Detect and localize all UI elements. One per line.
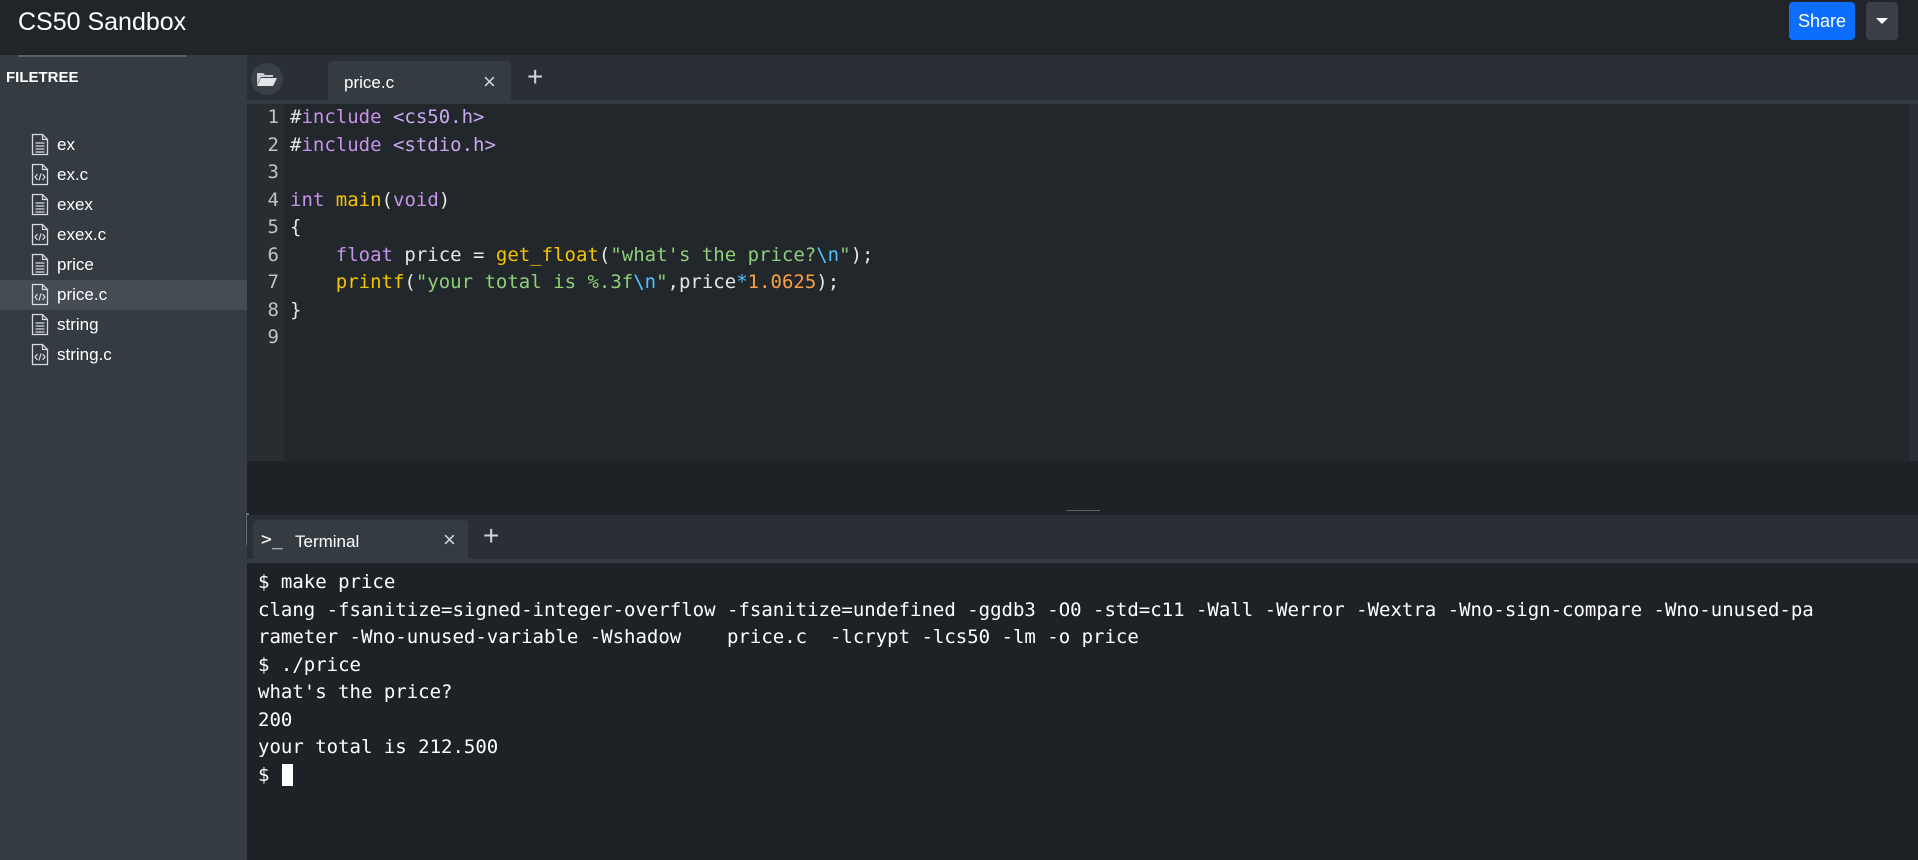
file-name: exex.c [57, 225, 107, 244]
folder-open-icon [257, 73, 277, 86]
code-line: float price = get_float("what's the pric… [335, 243, 874, 266]
code-line: #include <cs50.h> [290, 106, 485, 128]
code-line: printf("your total is %.3f\n",price*1.06… [335, 271, 840, 293]
line-number: 5 [267, 216, 279, 238]
plus-icon[interactable]: + [527, 61, 543, 93]
caret-down-icon [1876, 18, 1888, 24]
line-number: 3 [267, 161, 279, 183]
tab-price-c[interactable]: price.c × [328, 61, 511, 100]
file-item[interactable]: exex.c [0, 220, 247, 250]
file-list: ex ex.c exex exex.c price price.c string string… [0, 130, 247, 370]
terminal-line: what's the price? [258, 681, 453, 703]
line-number-gutter: 1 2 3 4 5 6 7 8 9 [247, 104, 284, 461]
file-item[interactable]: price.c [0, 280, 247, 310]
code-line: { [290, 216, 302, 238]
file-name: ex [57, 135, 75, 154]
file-name: exex [57, 195, 93, 214]
terminal-line: rameter -Wno-unused-variable -Wshadow pr… [258, 626, 1139, 648]
file-item[interactable]: price [0, 250, 247, 280]
close-icon[interactable]: × [483, 69, 496, 95]
plus-icon[interactable]: + [483, 520, 499, 552]
file-name: string.c [57, 345, 112, 364]
file-item[interactable]: exex [0, 190, 247, 220]
editor-tab-bar: price.c × + [247, 55, 1918, 100]
code-line: int main(void) [290, 188, 451, 211]
editor-scrollbar[interactable] [1909, 104, 1918, 461]
line-number: 9 [267, 326, 279, 348]
line-number: 2 [267, 133, 279, 156]
file-tree-sidebar: FILETREE ex ex.c exex exex.c price price.c str… [0, 55, 249, 860]
file-code-icon [31, 343, 49, 366]
terminal-line: 200 [258, 708, 293, 731]
close-icon[interactable]: × [443, 527, 456, 553]
file-name: ex.c [57, 165, 89, 184]
tab-terminal[interactable]: >_ Terminal × [253, 520, 468, 559]
line-number: 7 [267, 271, 279, 293]
file-code-icon [31, 163, 49, 186]
terminal-prompt: $ [258, 763, 281, 786]
terminal-icon: >_ [261, 529, 283, 550]
file-code-icon [31, 283, 49, 306]
share-button[interactable]: Share [1789, 2, 1855, 40]
terminal-output[interactable]: $ make price clang -fsanitize=signed-inte… [247, 563, 1918, 860]
file-text-icon [31, 133, 49, 156]
line-number: 8 [267, 298, 279, 321]
code-line: } [290, 298, 302, 321]
terminal-line: $ make price [258, 571, 396, 593]
line-number: 4 [267, 188, 279, 211]
tab-label: price.c [344, 73, 395, 92]
file-item[interactable]: ex.c [0, 160, 247, 190]
terminal-line: $ ./price [258, 653, 361, 676]
file-name: string [57, 315, 99, 334]
file-item[interactable]: string [0, 310, 247, 340]
sidebar-divider [18, 55, 186, 57]
terminal-line: your total is 212.500 [258, 736, 499, 758]
file-item[interactable]: string.c [0, 340, 247, 370]
terminal-cursor [281, 763, 293, 786]
line-number: 6 [267, 243, 279, 266]
file-item[interactable]: ex [0, 130, 247, 160]
toggle-file-tree-button[interactable] [251, 63, 283, 95]
line-number: 1 [267, 106, 279, 128]
file-text-icon [31, 193, 49, 216]
app-title: CS50 Sandbox [18, 8, 187, 36]
share-dropdown-button[interactable] [1866, 2, 1898, 40]
code-line: #include <stdio.h> [290, 133, 496, 156]
file-name: price [57, 255, 94, 274]
file-text-icon [31, 313, 49, 336]
terminal-line: clang -fsanitize=signed-integer-overflow… [258, 598, 1814, 621]
file-code-icon [31, 223, 49, 246]
terminal-tab-bar: >_ Terminal × + [247, 515, 1918, 559]
app-header: CS50 Sandbox Share [0, 0, 1918, 55]
code-editor[interactable]: 1 2 3 4 5 6 7 8 9 #include <cs50.h> #include <std… [247, 104, 1909, 461]
terminal-prompt-line[interactable]: $ [258, 763, 293, 786]
file-tree-title: FILETREE [6, 69, 79, 86]
file-text-icon [31, 253, 49, 276]
terminal-tab-label: Terminal [295, 532, 360, 551]
file-name: price.c [57, 285, 108, 304]
